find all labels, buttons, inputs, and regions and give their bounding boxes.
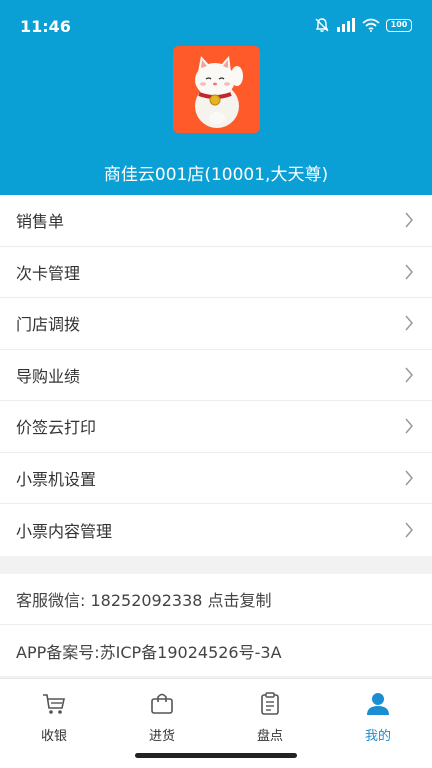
menu-item-card-management[interactable]: 次卡管理 <box>0 247 432 298</box>
menu-item-guide-performance[interactable]: 导购业绩 <box>0 350 432 401</box>
menu-item-label: 小票机设置 <box>16 469 97 489</box>
status-bar: 11:46 100 <box>0 0 432 40</box>
chevron-right-icon <box>405 470 413 486</box>
menu-item-label: 销售单 <box>16 212 65 232</box>
menu-item-store-transfer[interactable]: 门店调拨 <box>0 298 432 350</box>
chevron-right-icon <box>405 315 413 331</box>
store-name: 商佳云001店(10001,大天尊) <box>103 165 329 185</box>
menu-item-label: 门店调拨 <box>16 315 81 335</box>
menu-item-receipt-content-management[interactable]: 小票内容管理 <box>0 504 432 556</box>
lucky-cat-icon <box>173 46 260 133</box>
wifi-icon <box>362 18 380 32</box>
chevron-right-icon <box>405 522 413 538</box>
tab-label: 收银 <box>40 729 67 744</box>
menu-item-label: 价签云打印 <box>16 418 97 438</box>
battery-icon: 100 <box>386 18 412 32</box>
tab-mine[interactable]: 我的 <box>324 679 432 768</box>
profile-header: 11:46 100 商佳云001店(10001,大天尊) <box>0 0 432 195</box>
chevron-right-icon <box>405 418 413 434</box>
menu-item-label: 小票内容管理 <box>16 521 113 541</box>
home-indicator[interactable] <box>135 753 297 758</box>
info-section: 客服微信: 18252092338 点击复制 APP备案号:苏ICP备19024… <box>0 574 432 676</box>
menu-item-price-tag-print[interactable]: 价签云打印 <box>0 401 432 453</box>
icp-record-row: APP备案号:苏ICP备19024526号-3A <box>16 642 282 662</box>
chevron-right-icon <box>405 367 413 383</box>
menu-item-receipt-printer-settings[interactable]: 小票机设置 <box>0 453 432 504</box>
clipboard-icon <box>261 692 279 715</box>
status-time: 11:46 <box>20 17 71 36</box>
menu-item-label: 导购业绩 <box>16 366 81 386</box>
bag-icon <box>151 693 173 714</box>
chevron-right-icon <box>405 264 413 280</box>
tab-cashier[interactable]: 收银 <box>0 679 108 768</box>
menu-list: 销售单 次卡管理 门店调拨 导购业绩 价签云打印 小票机设置 小票内容管理 <box>0 195 432 556</box>
status-icons: 100 <box>314 17 412 33</box>
user-icon <box>367 693 389 715</box>
mute-bell-icon <box>315 18 329 32</box>
signal-icon <box>337 18 355 32</box>
service-wechat-row[interactable]: 客服微信: 18252092338 点击复制 <box>0 574 432 625</box>
tab-label: 我的 <box>364 729 391 744</box>
cart-icon <box>43 694 65 714</box>
store-avatar[interactable] <box>173 46 260 133</box>
tab-label: 盘点 <box>256 729 283 744</box>
chevron-right-icon <box>405 212 413 228</box>
menu-item-sales-order[interactable]: 销售单 <box>0 195 432 247</box>
menu-item-label: 次卡管理 <box>16 263 81 283</box>
tab-label: 进货 <box>148 729 175 744</box>
